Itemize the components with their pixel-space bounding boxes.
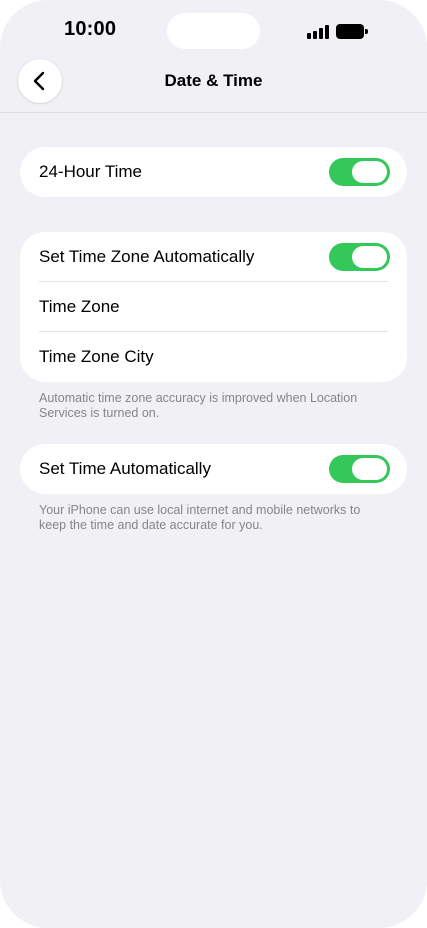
set-time-footer-note: Your iPhone can use local internet and m… [39, 503, 361, 532]
time-zone-footer-note: Automatic time zone accuracy is improved… [39, 391, 358, 420]
toggle-set-time-zone-automatically[interactable] [329, 243, 390, 271]
dynamic-island [167, 13, 260, 49]
row-time-zone-city[interactable]: Time Zone City [20, 332, 407, 382]
signal-icon [307, 25, 329, 39]
settings-group-24-hour: 24-Hour Time [20, 147, 407, 197]
settings-group-set-time: Set Time Automatically [20, 444, 407, 494]
status-time: 10:00 [64, 18, 117, 40]
toggle-24-hour-time[interactable] [329, 158, 390, 186]
battery-icon [336, 24, 368, 39]
row-set-time-zone-automatically: Set Time Zone Automatically [20, 232, 407, 282]
row-set-time-automatically: Set Time Automatically [20, 444, 407, 494]
row-label-set-time-automatically: Set Time Automatically [39, 459, 211, 478]
row-time-zone[interactable]: Time Zone [20, 282, 407, 332]
row-label-time-zone: Time Zone [39, 297, 120, 316]
page-title: Date & Time [164, 71, 263, 90]
phone-screen: 10:00 Date & Time 24-Hour Time Set Time … [0, 0, 427, 928]
row-24-hour-time: 24-Hour Time [20, 147, 407, 197]
nav-divider [0, 112, 427, 113]
row-label-set-time-zone-automatically: Set Time Zone Automatically [39, 247, 255, 266]
settings-group-time-zone: Set Time Zone Automatically Time Zone Ti… [20, 232, 407, 382]
row-label-24-hour-time: 24-Hour Time [39, 162, 142, 181]
row-label-time-zone-city: Time Zone City [39, 347, 154, 366]
toggle-set-time-automatically[interactable] [329, 455, 390, 483]
